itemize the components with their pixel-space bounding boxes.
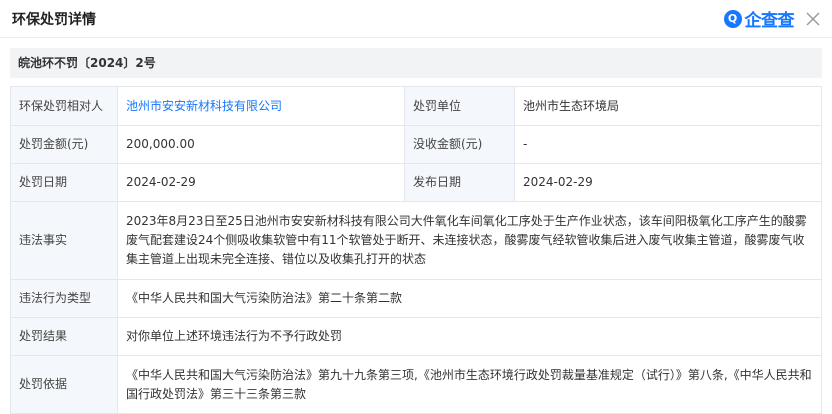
publish-value: 2024-02-29 xyxy=(514,163,822,202)
penalty-detail-table: 环保处罚相对人 池州市安安新材科技有限公司 处罚单位 池州市生态环境局 处罚金额… xyxy=(10,86,822,414)
qichacha-logo: Q 企查查 xyxy=(723,6,795,31)
result-label: 处罚结果 xyxy=(10,317,118,356)
dialog-header: 环保处罚详情 Q 企查查 xyxy=(0,0,832,38)
date-label: 处罚日期 xyxy=(10,163,118,202)
unit-label: 处罚单位 xyxy=(404,86,515,126)
type-label: 违法行为类型 xyxy=(10,279,118,318)
header-actions: Q 企查查 xyxy=(723,6,823,31)
table-row: 处罚金额(元) 200,000.00 没收金额(元) - xyxy=(10,125,822,164)
table-row: 环保处罚相对人 池州市安安新材科技有限公司 处罚单位 池州市生态环境局 xyxy=(10,86,822,126)
table-row: 处罚日期 2024-02-29 发布日期 2024-02-29 xyxy=(10,163,822,202)
party-label: 环保处罚相对人 xyxy=(10,86,118,126)
table-row: 处罚依据 《中华人民共和国大气污染防治法》第九十九条第三项,《池州市生态环境行政… xyxy=(10,355,822,414)
detail-content: 皖池环不罚〔2024〕2号 环保处罚相对人 池州市安安新材科技有限公司 处罚单位… xyxy=(0,38,832,414)
amount-value: 200,000.00 xyxy=(117,125,405,164)
unit-value: 池州市生态环境局 xyxy=(514,86,822,126)
basis-label: 处罚依据 xyxy=(10,355,118,414)
result-value: 对你单位上述环境违法行为不予行政处罚 xyxy=(117,317,822,356)
type-value: 《中华人民共和国大气污染防治法》第二十条第二款 xyxy=(117,279,822,318)
date-value: 2024-02-29 xyxy=(117,163,405,202)
close-icon[interactable] xyxy=(804,10,822,28)
party-cell: 池州市安安新材科技有限公司 xyxy=(117,86,405,126)
table-row: 违法行为类型 《中华人民共和国大气污染防治法》第二十条第二款 xyxy=(10,279,822,318)
party-link[interactable]: 池州市安安新材科技有限公司 xyxy=(126,99,282,113)
logo-icon: Q xyxy=(723,9,742,28)
basis-value: 《中华人民共和国大气污染防治法》第九十九条第三项,《池州市生态环境行政处罚裁量基… xyxy=(117,355,822,414)
amount-label: 处罚金额(元) xyxy=(10,125,118,164)
facts-label: 违法事实 xyxy=(10,201,118,280)
confiscated-value: - xyxy=(514,125,822,164)
logo-text: 企查查 xyxy=(744,11,795,31)
document-number: 皖池环不罚〔2024〕2号 xyxy=(10,48,822,78)
publish-label: 发布日期 xyxy=(404,163,515,202)
facts-value: 2023年8月23日至25日池州市安安新材科技有限公司大件氧化车间氧化工序处于生… xyxy=(117,201,822,280)
page-title: 环保处罚详情 xyxy=(12,11,96,28)
table-row: 处罚结果 对你单位上述环境违法行为不予行政处罚 xyxy=(10,317,822,356)
confiscated-label: 没收金额(元) xyxy=(404,125,515,164)
table-row: 违法事实 2023年8月23日至25日池州市安安新材科技有限公司大件氧化车间氧化… xyxy=(10,201,822,280)
